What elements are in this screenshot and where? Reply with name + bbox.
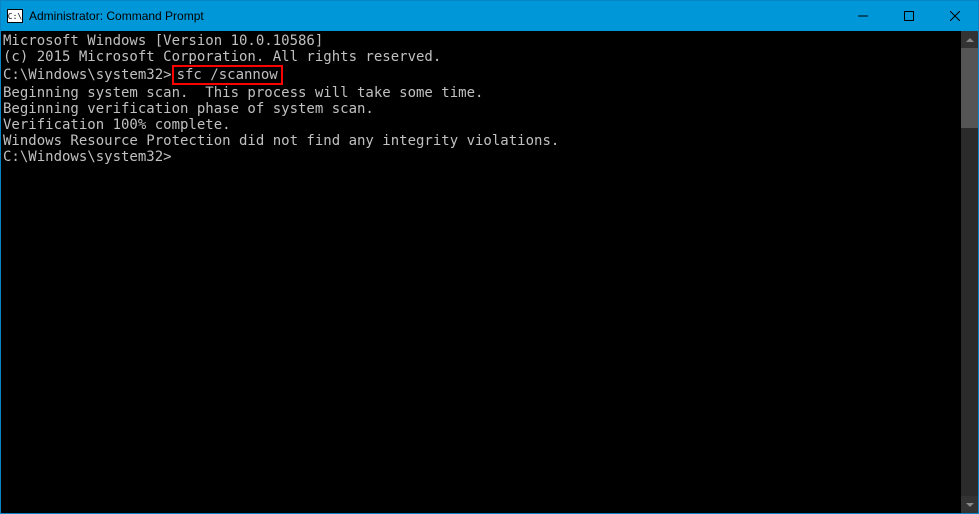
scroll-thumb[interactable] xyxy=(961,48,978,128)
cmd-icon: C:\ xyxy=(7,9,23,23)
maximize-icon xyxy=(904,11,914,21)
window-title: Administrator: Command Prompt xyxy=(29,9,840,23)
output-line: (c) 2015 Microsoft Corporation. All righ… xyxy=(3,49,961,65)
vertical-scrollbar[interactable] xyxy=(961,31,978,513)
chevron-up-icon xyxy=(966,38,974,42)
output-line: Windows Resource Protection did not find… xyxy=(3,133,961,149)
titlebar[interactable]: C:\ Administrator: Command Prompt xyxy=(1,1,978,31)
scroll-down-button[interactable] xyxy=(961,496,978,513)
close-button[interactable] xyxy=(932,1,978,31)
chevron-down-icon xyxy=(966,503,974,507)
prompt: C:\Windows\system32> xyxy=(3,67,172,83)
cmd-icon-text: C:\ xyxy=(8,12,22,21)
close-icon xyxy=(950,11,960,21)
terminal-content[interactable]: Microsoft Windows [Version 10.0.10586](c… xyxy=(1,31,961,513)
output-line: Beginning verification phase of system s… xyxy=(3,101,961,117)
scroll-up-button[interactable] xyxy=(961,31,978,48)
minimize-icon xyxy=(858,11,868,21)
terminal-wrapper: Microsoft Windows [Version 10.0.10586](c… xyxy=(1,31,978,513)
output-line: Beginning system scan. This process will… xyxy=(3,85,961,101)
minimize-button[interactable] xyxy=(840,1,886,31)
output-line: Verification 100% complete. xyxy=(3,117,961,133)
window-controls xyxy=(840,1,978,31)
output-line: Microsoft Windows [Version 10.0.10586] xyxy=(3,33,961,49)
maximize-button[interactable] xyxy=(886,1,932,31)
command-line: C:\Windows\system32>sfc /scannow xyxy=(3,65,961,85)
prompt-line: C:\Windows\system32> xyxy=(3,149,961,165)
highlighted-command: sfc /scannow xyxy=(172,65,283,85)
command-prompt-window: C:\ Administrator: Command Prompt Micros… xyxy=(0,0,979,514)
